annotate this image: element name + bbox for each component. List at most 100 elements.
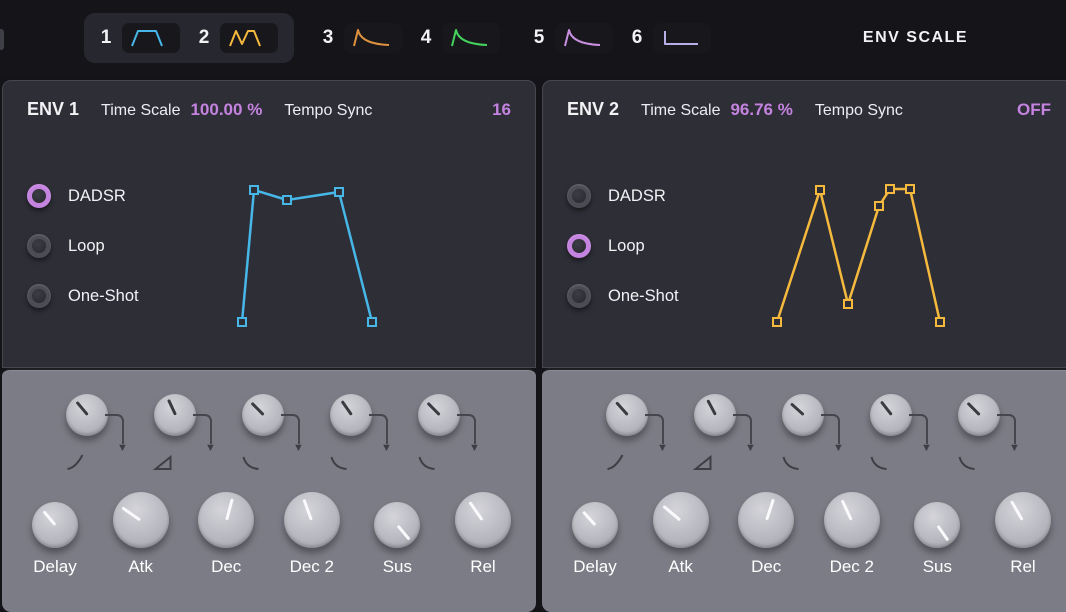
- env-tab-group-1-2: 1 2: [84, 13, 294, 63]
- knob-label: Dec 2: [830, 557, 874, 577]
- mode-label: DADSR: [608, 187, 666, 206]
- env2-curve-unit-3: ▼: [774, 394, 852, 482]
- env1-attack-knob[interactable]: [113, 492, 169, 548]
- env-tab-6-thumbnail: [653, 23, 711, 53]
- env1-curve-knob-2[interactable]: [154, 394, 196, 436]
- radio-button-icon[interactable]: [27, 284, 51, 308]
- env1-curve-knob-3[interactable]: [242, 394, 284, 436]
- env1-curve-knob-4[interactable]: [330, 394, 372, 436]
- env2-delay-knob[interactable]: [572, 502, 618, 548]
- env1-body: DADSR Loop One-Shot: [27, 166, 511, 346]
- env1-curve-unit-5: ▼: [410, 394, 488, 482]
- env2-header: ENV 2 Time Scale 96.76 % Tempo Sync OFF: [567, 99, 1051, 120]
- env2-curve-unit-2: ▼: [686, 394, 764, 482]
- mode-label: Loop: [608, 237, 645, 256]
- env2-display-section: ENV 2 Time Scale 96.76 % Tempo Sync OFF …: [542, 80, 1066, 368]
- env2-decay-control: Dec: [737, 492, 795, 577]
- tempo-sync-value[interactable]: 16: [492, 100, 511, 120]
- knob-label: Sus: [923, 557, 952, 577]
- env2-curve-knob-1[interactable]: [606, 394, 648, 436]
- env2-mode-loop[interactable]: Loop: [567, 234, 757, 258]
- env1-decay-control: Dec: [197, 492, 255, 577]
- env-tab-1[interactable]: 1: [100, 23, 180, 53]
- env2-curve-knob-4[interactable]: [870, 394, 912, 436]
- mode-label: Loop: [68, 237, 105, 256]
- radio-button-icon[interactable]: [567, 234, 591, 258]
- stage-arrow-icon: ▼: [293, 443, 304, 454]
- stage-connector-line: [733, 414, 752, 444]
- env1-knob-section: ▼ ▼ ▼ ▼: [2, 368, 536, 612]
- env2-mode-selector: DADSR Loop One-Shot: [567, 166, 757, 346]
- time-scale-value[interactable]: 100.00 %: [190, 100, 262, 120]
- stage-arrow-icon: ▼: [657, 443, 668, 454]
- env2-attack-knob[interactable]: [653, 492, 709, 548]
- env1-decay-knob[interactable]: [198, 492, 254, 548]
- env2-panel: ENV 2 Time Scale 96.76 % Tempo Sync OFF …: [542, 80, 1066, 612]
- knob-label: Rel: [470, 557, 496, 577]
- env2-curve-knob-5[interactable]: [958, 394, 1000, 436]
- env2-decay2-knob[interactable]: [824, 492, 880, 548]
- env1-release-knob[interactable]: [455, 492, 511, 548]
- env-tab-3-number: 3: [322, 27, 334, 49]
- env-tab-5[interactable]: 5: [533, 23, 613, 53]
- envelope-panels: ENV 1 Time Scale 100.00 % Tempo Sync 16 …: [0, 76, 1066, 612]
- env2-envelope-editor[interactable]: [757, 166, 1051, 346]
- env-tab-2[interactable]: 2: [198, 23, 278, 53]
- stage-arrow-icon: ▼: [205, 443, 216, 454]
- env2-release-knob[interactable]: [995, 492, 1051, 548]
- env1-sustain-knob[interactable]: [374, 502, 420, 548]
- env-6-mini-curve-icon: [658, 27, 706, 49]
- env2-mode-dadsr[interactable]: DADSR: [567, 184, 757, 208]
- env-tab-4[interactable]: 4: [420, 23, 500, 53]
- knob-label: Atk: [128, 557, 153, 577]
- env-tab-5-number: 5: [533, 27, 545, 49]
- env1-curve-unit-4: ▼: [322, 394, 400, 482]
- curve-shape-icon: [692, 452, 714, 472]
- env-3-mini-curve-icon: [349, 27, 397, 49]
- env2-curve-knob-2[interactable]: [694, 394, 736, 436]
- env2-curve-knob-row: ▼ ▼ ▼ ▼: [542, 370, 1066, 482]
- env2-decay-knob[interactable]: [738, 492, 794, 548]
- stage-arrow-icon: ▼: [745, 443, 756, 454]
- stage-connector-line: [281, 414, 300, 444]
- env1-curve-knob-1[interactable]: [66, 394, 108, 436]
- env1-stage-knob-row: Delay Atk Dec Dec 2 Sus: [2, 482, 536, 577]
- radio-button-icon[interactable]: [27, 234, 51, 258]
- env2-mode-one-shot[interactable]: One-Shot: [567, 284, 757, 308]
- env2-release-control: Rel: [994, 492, 1052, 577]
- env1-curve-unit-1: ▼: [58, 394, 136, 482]
- env-tab-3-thumbnail: [344, 23, 402, 53]
- stage-connector-line: [909, 414, 928, 444]
- env-tab-group-5-6: 5 6: [533, 23, 711, 53]
- time-scale-label: Time Scale: [101, 102, 180, 120]
- mode-label: One-Shot: [608, 287, 679, 306]
- env1-curve-knob-row: ▼ ▼ ▼ ▼: [2, 370, 536, 482]
- env2-sustain-knob[interactable]: [914, 502, 960, 548]
- radio-button-icon[interactable]: [567, 284, 591, 308]
- tempo-sync-value[interactable]: OFF: [1017, 100, 1051, 120]
- env1-envelope-editor[interactable]: [217, 166, 511, 346]
- env1-curve-knob-5[interactable]: [418, 394, 460, 436]
- envelope-tab-bar: 1 2 3 4 5: [0, 0, 1066, 76]
- env-tab-6[interactable]: 6: [631, 23, 711, 53]
- time-scale-value[interactable]: 96.76 %: [730, 100, 792, 120]
- env1-delay-knob[interactable]: [32, 502, 78, 548]
- env1-mode-loop[interactable]: Loop: [27, 234, 217, 258]
- env1-mode-dadsr[interactable]: DADSR: [27, 184, 217, 208]
- knob-label: Dec 2: [290, 557, 334, 577]
- env1-decay2-knob[interactable]: [284, 492, 340, 548]
- env2-body: DADSR Loop One-Shot: [567, 166, 1051, 346]
- env2-curve-knob-3[interactable]: [782, 394, 824, 436]
- stage-arrow-icon: ▼: [381, 443, 392, 454]
- window-edge-divider: [0, 29, 4, 50]
- radio-button-icon[interactable]: [567, 184, 591, 208]
- knob-label: Dec: [211, 557, 241, 577]
- env-tab-3[interactable]: 3: [322, 23, 402, 53]
- curve-shape-icon: [868, 452, 890, 472]
- radio-button-icon[interactable]: [27, 184, 51, 208]
- env1-mode-one-shot[interactable]: One-Shot: [27, 284, 217, 308]
- knob-label: Delay: [573, 557, 616, 577]
- env-scale-button[interactable]: ENV SCALE: [863, 29, 968, 47]
- env1-header: ENV 1 Time Scale 100.00 % Tempo Sync 16: [27, 99, 511, 120]
- curve-shape-icon: [604, 452, 626, 472]
